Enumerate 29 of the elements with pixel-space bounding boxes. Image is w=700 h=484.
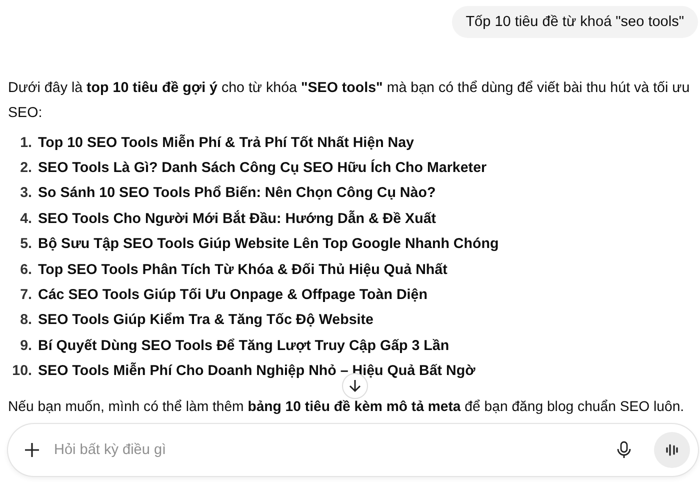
- list-number: 5.: [19, 236, 32, 252]
- arrow-down-icon: [348, 379, 362, 393]
- list-item-text: SEO Tools Là Gì? Danh Sách Công Cụ SEO Hữu Ích Cho Marketer: [38, 160, 487, 176]
- list-number: 1.: [19, 134, 32, 151]
- list-item-text: So Sánh 10 SEO Tools Phổ Biến: Nên Chọn Công Cụ Nào?: [38, 185, 436, 202]
- plus-icon[interactable]: [24, 442, 40, 458]
- message-input[interactable]: Hỏi bất kỳ điều gì: [52, 441, 604, 459]
- list-number: 10.: [11, 363, 32, 380]
- list-number: 3.: [19, 185, 32, 202]
- microphone-icon[interactable]: [616, 441, 632, 459]
- response-paragraph: Dưới đây là top 10 tiêu đề gợi ý cho từ khóa "SEO tools" mà bạn có thể dùng để viết bài thu hút và tối ưu SEO:: [8, 79, 691, 123]
- list-item-text: Top 10 SEO Tools Miễn Phí & Trả Phí Tốt Nhất Hiện Nay: [38, 134, 414, 151]
- list-item-text: Bí Quyết Dùng SEO Tools Để Tăng Lượt Truy Cập Gấp 3 Lần: [38, 338, 450, 354]
- user-message: Tốp 10 tiêu đề từ khoá "seo tools": [452, 6, 698, 38]
- waveform-icon: [665, 443, 679, 457]
- list-item-text: SEO Tools Giúp Kiểm Tra & Tăng Tốc Độ Website: [38, 312, 374, 328]
- list-number: 6.: [19, 262, 32, 278]
- list-number: 4.: [19, 210, 32, 227]
- list-item-text: Top SEO Tools Phân Tích Từ Khóa & Đối Thủ Hiệu Quả Nhất: [38, 262, 448, 278]
- list-number: 7.: [19, 287, 32, 304]
- response-paragraph: Nếu bạn muốn, mình có thể làm thêm bảng 10 tiêu đề kèm mô tả meta để bạn đăng blog chuẩn SEO luôn.: [8, 396, 686, 415]
- list-number: 9.: [19, 338, 32, 354]
- voice-mode-button[interactable]: [654, 432, 690, 468]
- list-item-text: SEO Tools Cho Người Mới Bắt Đầu: Hướng Dẫn & Đề Xuất: [38, 210, 436, 227]
- list-number: 8.: [19, 312, 32, 328]
- list-item-text: Các SEO Tools Giúp Tối Ưu Onpage & Offpage Toàn Diện: [38, 287, 428, 304]
- list-item-text: SEO Tools Miễn Phí Cho Doanh Nghiệp Nhỏ – Hiệu Quả Bất Ngờ: [38, 363, 476, 380]
- list-item-text: Bộ Sưu Tập SEO Tools Giúp Website Lên Top Google Nhanh Chóng: [38, 236, 499, 252]
- list-number: 2.: [19, 160, 32, 176]
